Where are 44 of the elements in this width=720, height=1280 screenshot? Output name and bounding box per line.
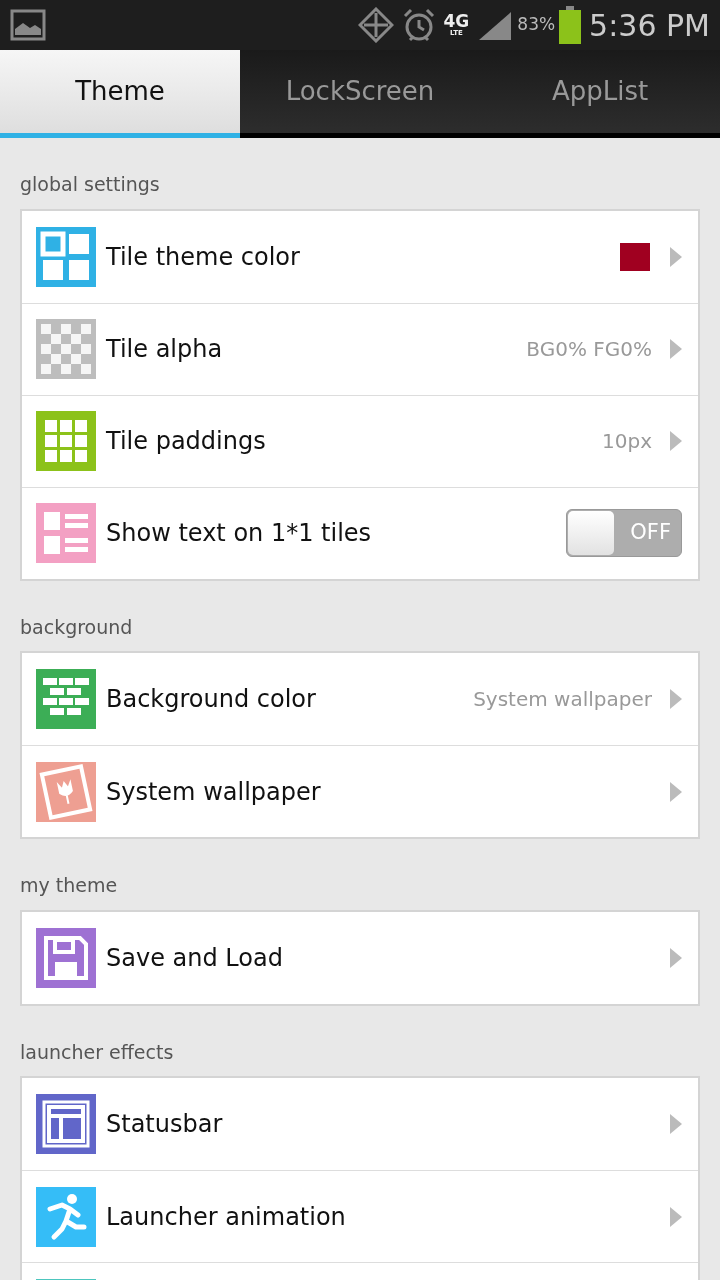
tab[interactable]: AppList [480,50,720,138]
settings-row[interactable]: Show text on 1*1 tiles OFF [22,486,698,579]
chevron-right-icon [670,947,682,968]
settings-row[interactable]: Background color System wallpaper [22,653,698,745]
setting-label: Tile paddings [106,426,266,457]
alarm-clock-icon [401,7,436,43]
settings-row[interactable]: Tile paddings 10px [22,394,698,487]
section-header: launcher effects [19,1039,175,1065]
settings-row[interactable]: Tile alpha BG0% FG0% [22,302,698,395]
setting-label: Statusbar [106,1109,223,1140]
chevron-right-icon [670,1206,682,1227]
chevron-right-icon [670,689,682,709]
tab[interactable]: LockScreen [240,50,480,138]
settings-row[interactable]: Tile theme color [22,210,698,303]
setting-value: System wallpaper [473,686,652,713]
settings-row[interactable]: Statusbar [22,1078,698,1170]
battery-icon [559,6,582,44]
battery-percent: 83% [517,13,556,37]
setting-label: Tile theme color [106,241,300,273]
section-header: my theme [19,873,119,898]
network-type: 4G [443,13,470,30]
setting-label: Tile alpha [106,334,223,365]
chevron-right-icon [670,781,682,802]
settings-row[interactable]: System wallpaper [22,745,698,837]
settings-row[interactable]: Save and Load [22,911,698,1004]
tab[interactable]: Theme [0,50,240,138]
signal-bars-icon [477,10,514,40]
clock-time: 5:36 PM [589,6,710,45]
setting-value: 10px [602,428,652,455]
chevron-right-icon [670,339,682,359]
section-header: background [19,614,134,640]
setting-label: Background color [106,684,316,715]
chevron-right-icon [670,1114,682,1134]
chevron-right-icon [670,431,682,451]
setting-value: BG0% FG0% [526,336,652,363]
location-crosshair-icon [357,7,394,43]
settings-row[interactable]: Launcher animation [22,1170,698,1262]
setting-label: Show text on 1*1 tiles [106,518,372,549]
chevron-right-icon [670,246,682,267]
setting-label: Save and Load [106,942,283,974]
section-header: global settings [19,172,161,197]
setting-label: Launcher animation [106,1201,346,1233]
setting-label: System wallpaper [106,776,321,808]
image-icon [10,9,46,41]
